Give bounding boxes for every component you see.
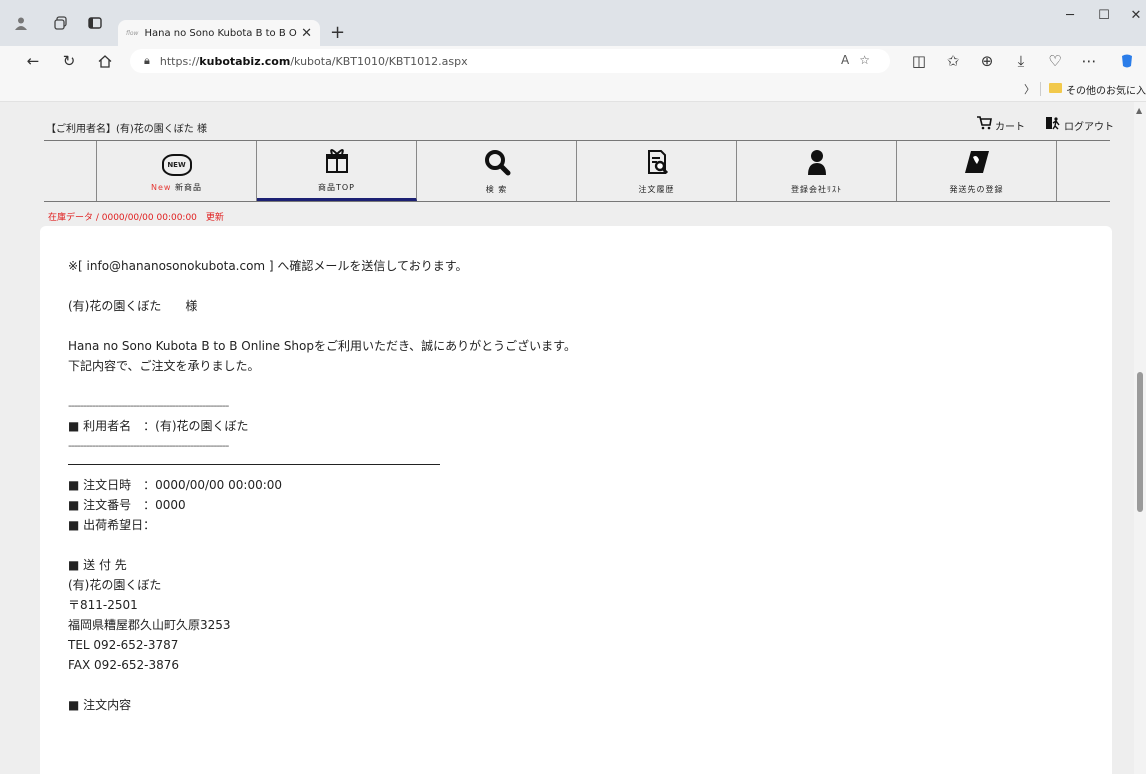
menu-item-label: 注文履歴 xyxy=(638,184,675,194)
profile-icon[interactable] xyxy=(10,12,32,34)
menu-item-label: 新商品 xyxy=(175,182,202,192)
tab-title: Hana no Sono Kubota B to B Onl xyxy=(144,27,298,39)
chevron-right-icon[interactable]: 〉 xyxy=(1024,81,1035,97)
logout-link[interactable]: ログアウト xyxy=(1045,116,1114,134)
home-icon[interactable] xyxy=(94,50,116,72)
menu-item-products-top[interactable]: 商品TOP xyxy=(257,141,417,201)
other-favorites-link[interactable]: その他のお気に入り xyxy=(1066,82,1146,97)
ship-to-address: 福岡県糟屋郡久山町久原3253 xyxy=(68,618,231,632)
thanks-message: Hana no Sono Kubota B to B Online Shopをご… xyxy=(68,339,576,353)
main-menu: NEW New 新商品 商品TOP 検 索 注文履歴 登録会社ﾘｽﾄ 発送先の登… xyxy=(44,140,1110,202)
browser-toolbar: ← ↻ 🔒︎ https:// kubotabiz.com /kubota/KB… xyxy=(0,46,1146,76)
collections-icon[interactable]: ⊕ xyxy=(976,50,998,72)
order-contents-heading: ■ 注文内容 xyxy=(68,698,132,712)
split-screen-icon[interactable]: ◫ xyxy=(908,50,930,72)
address-book-icon xyxy=(963,148,991,180)
accepted-message: 下記内容で、ご注文を承りました。 xyxy=(68,359,260,373)
address-bar[interactable]: 🔒︎ https:// kubotabiz.com /kubota/KBT101… xyxy=(130,49,890,73)
copilot-icon[interactable] xyxy=(1116,50,1138,72)
workspaces-icon[interactable] xyxy=(50,12,72,34)
web-page: 【ご利用者名】(有)花の園くぼた 様 カート ログアウト NEW New 新商品… xyxy=(0,102,1134,774)
menu-item-new-products[interactable]: NEW New 新商品 xyxy=(97,141,257,201)
menu-item-label: 登録会社ﾘｽﾄ xyxy=(791,184,842,194)
menu-item-order-history[interactable]: 注文履歴 xyxy=(577,141,737,201)
person-icon xyxy=(803,148,831,180)
more-options-icon[interactable]: ⋯ xyxy=(1078,50,1100,72)
url-host: kubotabiz.com xyxy=(199,54,291,68)
scrollbar-thumb[interactable] xyxy=(1137,372,1143,512)
cart-link[interactable]: カート xyxy=(976,116,1025,134)
logout-icon xyxy=(1045,116,1061,134)
confirmation-message: ※[ info@hananosonokubota.com ] へ確認メールを送信… xyxy=(68,256,576,715)
maximize-button[interactable]: ☐ xyxy=(1092,8,1116,23)
favorite-star-icon[interactable]: ☆ xyxy=(859,53,880,67)
order-date-line: ■ 注文日時 ：0000/00/00 00:00:00 xyxy=(68,478,283,492)
site-favicon: flow xyxy=(126,29,139,37)
scroll-up-icon[interactable]: ▲ xyxy=(1136,106,1142,115)
close-tab-icon[interactable]: ✕ xyxy=(301,26,312,41)
close-window-button[interactable]: ✕ xyxy=(1124,8,1146,23)
new-prefix-label: New xyxy=(151,182,172,192)
folder-icon xyxy=(1049,83,1062,93)
user-name-label: 【ご利用者名】(有)花の園くぼた 様 xyxy=(46,124,207,135)
stock-update-status: 在庫データ / 0000/00/00 00:00:00 更新 xyxy=(48,213,224,223)
read-aloud-icon[interactable]: A xyxy=(841,53,859,67)
logout-label: ログアウト xyxy=(1064,121,1114,133)
url-path: /kubota/KBT1010/KBT1012.aspx xyxy=(290,54,468,68)
lock-icon[interactable]: 🔒︎ xyxy=(144,54,150,68)
menu-item-search[interactable]: 検 索 xyxy=(417,141,577,201)
email-notice: ※[ info@hananosonokubota.com ] へ確認メールを送信… xyxy=(68,259,468,273)
minimize-button[interactable]: ─ xyxy=(1058,8,1082,23)
ship-to-tel: TEL 092-652-3787 xyxy=(68,638,179,652)
ship-date-line: ■ 出荷希望日： xyxy=(68,518,156,532)
menu-item-label: 検 索 xyxy=(485,184,508,194)
ship-to-name: (有)花の園くぼた xyxy=(68,578,162,592)
new-badge-icon: NEW xyxy=(161,153,192,176)
dashed-separator: ----------------------------------------… xyxy=(68,399,229,412)
url-prefix: https:// xyxy=(159,54,200,68)
ship-to-postal: 〒811-2501 xyxy=(68,598,138,612)
back-arrow-icon[interactable]: ← xyxy=(22,50,44,72)
menu-item-shipping-address[interactable]: 発送先の登録 xyxy=(897,141,1057,201)
menu-item-company-list[interactable]: 登録会社ﾘｽﾄ xyxy=(737,141,897,201)
dashed-separator: ----------------------------------------… xyxy=(68,439,229,452)
gift-icon xyxy=(323,146,351,178)
recipient-name: (有)花の園くぼた 様 xyxy=(68,299,198,313)
menu-item-label: 商品TOP xyxy=(317,183,355,192)
divider xyxy=(1040,82,1041,96)
new-tab-button[interactable]: + xyxy=(330,22,345,43)
cart-icon xyxy=(976,116,992,134)
ship-to-fax: FAX 092-652-3876 xyxy=(68,658,180,672)
page-scrollbar[interactable]: ▲ xyxy=(1134,102,1146,774)
downloads-icon[interactable]: ⤓ xyxy=(1010,50,1032,72)
user-name-line: ■ 利用者名 ：(有)花の園くぼた xyxy=(68,419,249,433)
order-confirmation-card: ※[ info@hananosonokubota.com ] へ確認メールを送信… xyxy=(40,226,1112,774)
extensions-icon[interactable]: ♡ xyxy=(1044,50,1066,72)
order-history-icon xyxy=(643,148,671,180)
browser-titlebar: flow Hana no Sono Kubota B to B Onl ✕ + … xyxy=(0,0,1146,46)
favorites-list-icon[interactable]: ✩ xyxy=(942,50,964,72)
search-icon xyxy=(483,148,511,180)
ship-to-heading: ■ 送 付 先 xyxy=(68,558,127,572)
favorites-bar: 〉 その他のお気に入り xyxy=(0,76,1146,102)
solid-separator xyxy=(68,464,440,465)
header-actions: カート ログアウト xyxy=(976,116,1114,134)
browser-tab[interactable]: flow Hana no Sono Kubota B to B Onl ✕ xyxy=(118,20,320,46)
menu-item-label: 発送先の登録 xyxy=(949,184,1004,194)
order-number-line: ■ 注文番号 ：0000 xyxy=(68,498,186,512)
cart-label: カート xyxy=(995,121,1025,133)
tab-actions-icon[interactable] xyxy=(84,12,106,34)
refresh-icon[interactable]: ↻ xyxy=(58,50,80,72)
